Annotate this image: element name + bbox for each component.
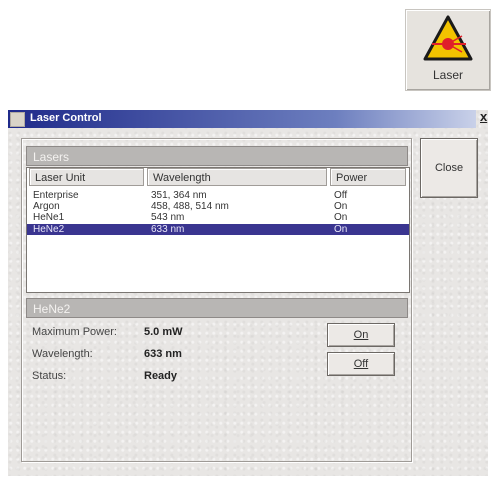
cell-wavelength: 633 nm (151, 224, 185, 235)
wavelength-label: Wavelength: (32, 348, 93, 360)
status-value: Ready (144, 370, 178, 382)
window-close-icon[interactable]: x (480, 110, 490, 126)
cell-wavelength: 543 nm (151, 212, 185, 223)
cell-laser-unit: Enterprise (33, 190, 79, 201)
table-header: Laser Unit Wavelength Power (27, 168, 409, 186)
table-row[interactable]: Argon 458, 488, 514 nm On (27, 201, 409, 212)
cell-laser-unit: HeNe2 (33, 224, 65, 235)
off-button-label: Off (353, 358, 369, 370)
cell-wavelength: 458, 488, 514 nm (151, 201, 229, 212)
cell-power: Off (334, 190, 348, 201)
cell-wavelength: 351, 364 nm (151, 190, 207, 201)
close-button-label: Close (434, 162, 464, 174)
status-label: Status: (32, 370, 67, 382)
cell-power: On (334, 212, 348, 223)
cell-power: On (334, 224, 348, 235)
window-title: Laser Control (30, 112, 102, 124)
lasers-section-header: Lasers (26, 146, 408, 166)
table-row[interactable]: Enterprise 351, 364 nm Off (27, 190, 409, 201)
cell-power: On (334, 201, 348, 212)
window-titlebar[interactable]: Laser Control (8, 110, 476, 128)
max-power-label: Maximum Power: (32, 326, 117, 338)
table-row-selected[interactable]: HeNe2 633 nm On (27, 224, 409, 235)
wavelength-value: 633 nm (144, 348, 182, 360)
on-button-label: On (353, 329, 369, 341)
app-icon (10, 112, 25, 127)
table-row[interactable]: HeNe1 543 nm On (27, 212, 409, 223)
lasers-table[interactable]: Laser Unit Wavelength Power Enterprise 3… (26, 167, 410, 293)
max-power-value: 5.0 mW (144, 326, 183, 338)
on-button[interactable]: On (327, 323, 395, 347)
laser-icon-label: Laser (432, 68, 464, 82)
column-header-wavelength[interactable]: Wavelength (147, 168, 327, 186)
laser-desktop-icon[interactable]: Laser (405, 9, 491, 91)
column-header-power[interactable]: Power (330, 168, 406, 186)
off-button[interactable]: Off (327, 352, 395, 376)
detail-section-header: HeNe2 (26, 298, 408, 318)
laser-warning-icon (423, 15, 473, 61)
close-button[interactable]: Close (420, 138, 478, 198)
column-header-laser-unit[interactable]: Laser Unit (29, 168, 144, 186)
cell-laser-unit: HeNe1 (33, 212, 65, 223)
cell-laser-unit: Argon (33, 201, 60, 212)
laser-control-window: Laser Control x Lasers Laser Unit Wavele… (8, 110, 488, 476)
